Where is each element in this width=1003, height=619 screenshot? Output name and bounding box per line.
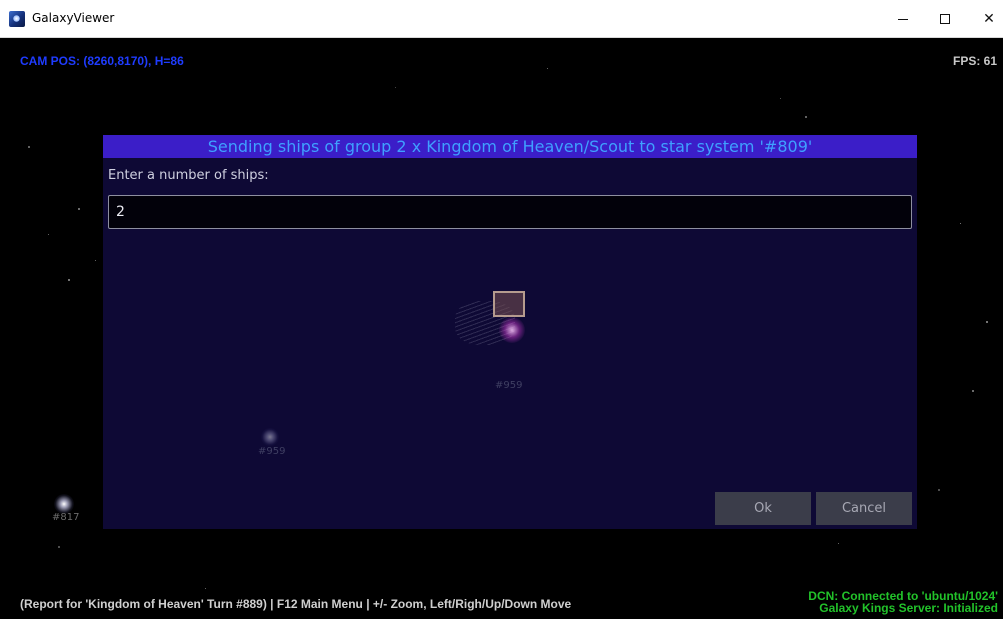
send-ships-dialog: Sending ships of group 2 x Kingdom of He… xyxy=(103,135,917,529)
fps-counter: FPS: 61 xyxy=(952,54,997,68)
star xyxy=(838,543,839,544)
star xyxy=(48,234,49,235)
selected-fleet-marker[interactable] xyxy=(493,291,525,317)
report-status-bar: (Report for 'Kingdom of Heaven' Turn #88… xyxy=(20,597,572,611)
star xyxy=(28,146,30,148)
star xyxy=(547,68,548,69)
star xyxy=(395,87,396,88)
star xyxy=(986,321,988,323)
ship-count-input[interactable] xyxy=(108,195,912,229)
camera-position-readout: CAM POS: (8260,8170), H=86 xyxy=(20,54,184,68)
minimize-icon xyxy=(898,18,908,20)
window-title: GalaxyViewer xyxy=(32,11,115,25)
faint-star-label: #959 xyxy=(258,446,286,457)
maximize-icon xyxy=(940,14,950,24)
close-icon: ✕ xyxy=(983,11,995,27)
star-817[interactable] xyxy=(54,494,74,514)
cancel-button[interactable]: Cancel xyxy=(816,492,912,525)
maximize-button[interactable] xyxy=(922,0,968,38)
star-959[interactable] xyxy=(499,317,525,343)
star xyxy=(68,279,70,281)
faint-star[interactable] xyxy=(261,428,279,446)
dialog-title: Sending ships of group 2 x Kingdom of He… xyxy=(103,135,917,158)
star xyxy=(78,208,80,210)
star xyxy=(205,588,206,589)
minimize-button[interactable] xyxy=(880,0,926,38)
ok-button[interactable]: Ok xyxy=(715,492,811,525)
server-status-line: Galaxy Kings Server: Initialized xyxy=(819,601,998,615)
window-titlebar: GalaxyViewer ✕ xyxy=(0,0,1003,38)
star-label-959: #959 xyxy=(495,380,523,391)
star xyxy=(780,98,781,99)
star-label-817: #817 xyxy=(52,512,80,523)
star xyxy=(95,260,96,261)
connection-status: DCN: Connected to 'ubuntu/1024' Galaxy K… xyxy=(808,590,998,614)
star xyxy=(972,390,974,392)
galaxy-viewport[interactable]: #817 CAM POS: (8260,8170), H=86 FPS: 61 … xyxy=(0,38,1003,619)
star xyxy=(938,489,940,491)
star xyxy=(805,116,807,118)
close-button[interactable]: ✕ xyxy=(966,0,1003,38)
star xyxy=(58,546,60,548)
star xyxy=(960,223,961,224)
ship-count-prompt: Enter a number of ships: xyxy=(108,168,269,183)
galaxy-app-icon xyxy=(9,11,25,27)
